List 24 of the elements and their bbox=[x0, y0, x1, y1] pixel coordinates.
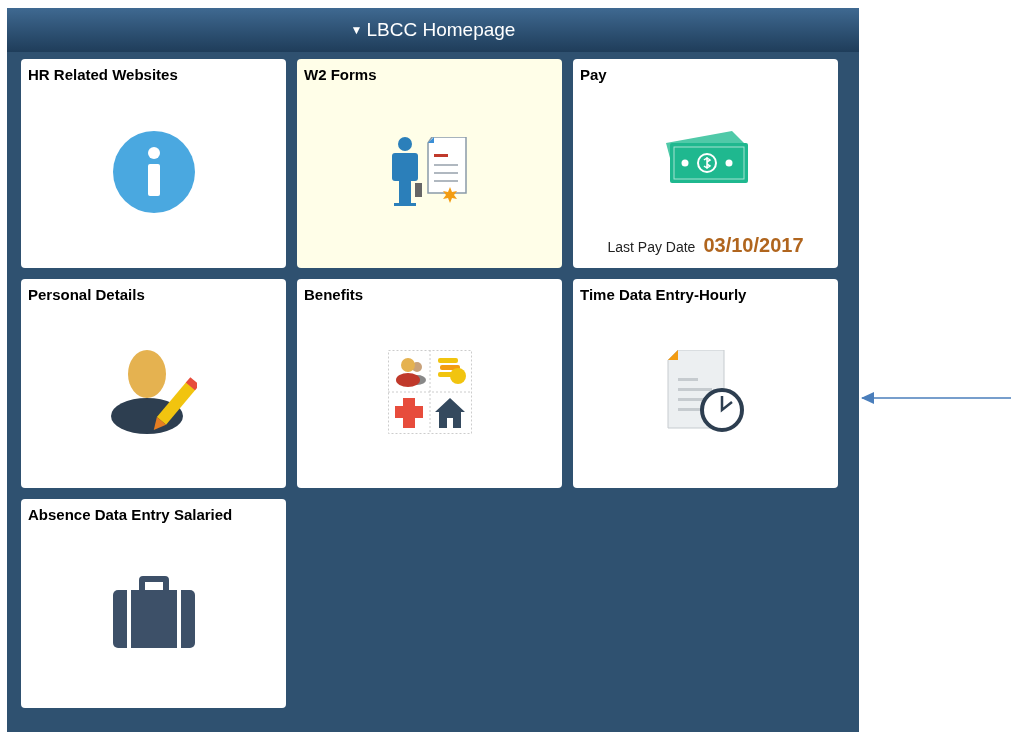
tile[interactable]: Benefits bbox=[297, 279, 562, 488]
tile[interactable]: Time Data Entry-Hourly bbox=[573, 279, 838, 488]
tile[interactable]: HR Related Websites bbox=[21, 59, 286, 268]
homepage-menu[interactable]: ▼ LBCC Homepage bbox=[350, 15, 516, 45]
tile-title: Pay bbox=[580, 66, 608, 84]
tile-title: W2 Forms bbox=[304, 66, 378, 84]
tile-title: Benefits bbox=[304, 286, 365, 304]
document-clock-icon bbox=[665, 350, 746, 434]
benefits-grid-icon bbox=[387, 350, 472, 434]
money-icon bbox=[663, 129, 748, 185]
person-document-icon bbox=[389, 137, 470, 207]
tile[interactable]: Pay Last Pay Date 03/10/2017 bbox=[573, 59, 838, 268]
tile-title: Personal Details bbox=[28, 286, 146, 304]
tile-title: HR Related Websites bbox=[28, 66, 179, 84]
detail-label: Last Pay Date bbox=[607, 238, 696, 257]
tile[interactable]: Personal Details bbox=[21, 279, 286, 488]
info-icon bbox=[112, 131, 195, 213]
tile[interactable]: Absence Data Entry Salaried bbox=[21, 499, 286, 708]
briefcase-icon bbox=[112, 576, 195, 648]
user-edit-icon bbox=[110, 350, 197, 434]
tile-title: Time Data Entry-Hourly bbox=[580, 286, 748, 304]
tile[interactable]: W2 Forms bbox=[297, 59, 562, 268]
tile-title: Absence Data Entry Salaried bbox=[28, 506, 234, 524]
detail-value: 03/10/2017 bbox=[703, 233, 804, 258]
